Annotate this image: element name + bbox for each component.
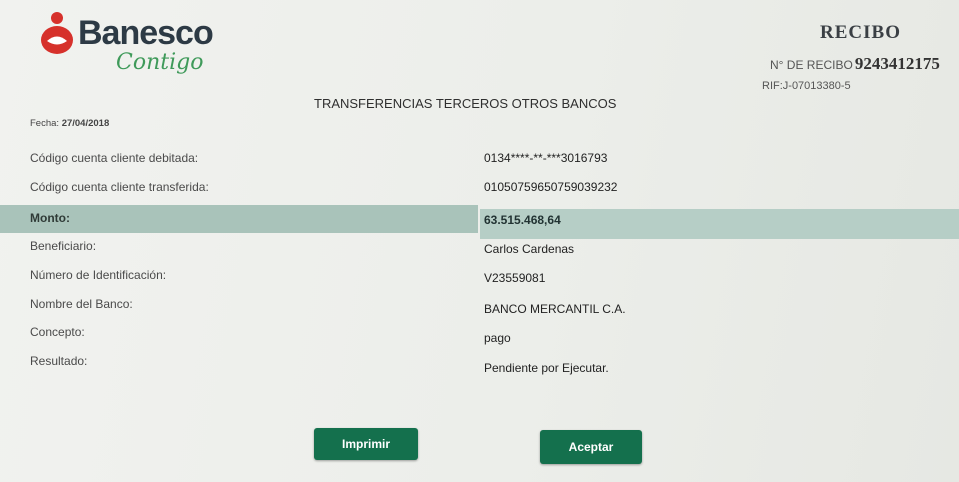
detail-label: Monto: bbox=[30, 211, 70, 225]
detail-label: Beneficiario: bbox=[30, 239, 97, 253]
banesco-logo: Banesco Contigo bbox=[38, 8, 238, 80]
detail-row-id-number: Número de Identificación: V23559081 bbox=[0, 263, 959, 289]
detail-value: 01050759650759039232 bbox=[484, 180, 618, 194]
detail-row-amount: Monto: 63.515.468,64 bbox=[0, 205, 959, 239]
receipt-number: N° DE RECIBO 9243412175 bbox=[770, 54, 940, 74]
detail-label: Número de Identificación: bbox=[30, 268, 167, 282]
banesco-logo-icon bbox=[41, 12, 73, 54]
highlight-band bbox=[0, 205, 478, 233]
detail-label: Concepto: bbox=[30, 325, 85, 339]
detail-label: Nombre del Banco: bbox=[30, 297, 133, 311]
detail-row-debit-account: Código cuenta cliente debitada: 0134****… bbox=[0, 146, 959, 172]
detail-row-beneficiary: Beneficiario: Carlos Cardenas bbox=[0, 234, 959, 260]
detail-label: Código cuenta cliente transferida: bbox=[30, 180, 209, 194]
detail-value: 63.515.468,64 bbox=[484, 213, 561, 227]
date: Fecha: 27/04/2018 bbox=[30, 118, 109, 129]
print-button[interactable]: Imprimir bbox=[314, 428, 418, 460]
brand-tagline: Contigo bbox=[116, 50, 204, 75]
detail-value: V23559081 bbox=[484, 271, 546, 285]
detail-row-bank-name: Nombre del Banco: BANCO MERCANTIL C.A. bbox=[0, 292, 959, 318]
brand-name: Banesco bbox=[78, 14, 214, 52]
date-value: 27/04/2018 bbox=[61, 118, 110, 129]
detail-label: Código cuenta cliente debitada: bbox=[30, 151, 199, 165]
detail-value: pago bbox=[484, 331, 511, 345]
detail-row-result: Resultado: Pendiente por Ejecutar. bbox=[0, 349, 959, 375]
detail-value: Pendiente por Ejecutar. bbox=[484, 361, 609, 375]
detail-row-credit-account: Código cuenta cliente transferida: 01050… bbox=[0, 175, 959, 201]
detail-value: Carlos Cardenas bbox=[484, 242, 575, 256]
accept-button[interactable]: Aceptar bbox=[540, 430, 642, 464]
receipt-title: RECIBO bbox=[820, 22, 901, 43]
detail-value: BANCO MERCANTIL C.A. bbox=[484, 302, 626, 316]
section-title: TRANSFERENCIAS TERCEROS OTROS BANCOS bbox=[314, 96, 617, 111]
rif-number: RIF:J-07013380-5 bbox=[762, 80, 851, 92]
date-label: Fecha: bbox=[30, 118, 60, 129]
detail-row-concept: Concepto: pago bbox=[0, 320, 959, 346]
detail-label: Resultado: bbox=[30, 354, 88, 368]
receipt-number-label: N° DE RECIBO bbox=[770, 58, 853, 72]
receipt-number-value: 9243412175 bbox=[854, 54, 940, 73]
detail-value: 0134****-**-***3016793 bbox=[484, 151, 608, 165]
